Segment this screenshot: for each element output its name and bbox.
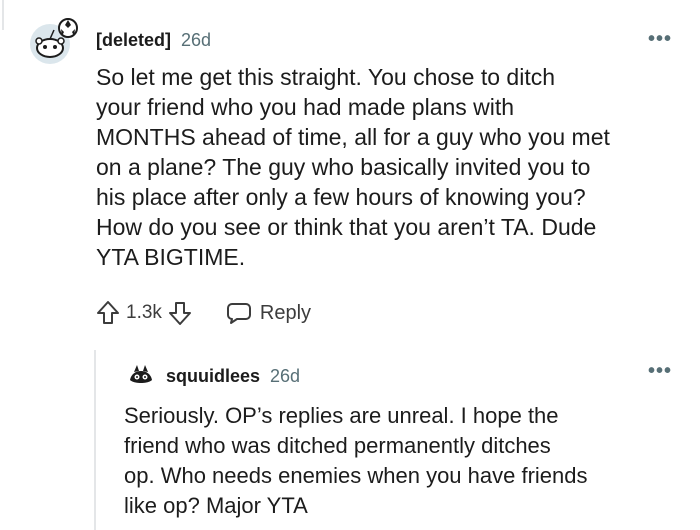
- reply-header: squuidlees 26d: [166, 366, 300, 387]
- comment-line: his place after only a few hours of know…: [96, 184, 586, 210]
- vote-group: 1.3k: [96, 300, 192, 326]
- comment-line: So let me get this straight. You chose t…: [96, 64, 556, 90]
- reddit-snoo-avatar[interactable]: [24, 14, 82, 66]
- upvote-arrow-icon[interactable]: [96, 300, 120, 326]
- reply-line: like op? Major YTA: [124, 493, 308, 518]
- comment-age: 26d: [181, 30, 212, 50]
- reply-overflow-menu-icon[interactable]: •••: [648, 360, 672, 383]
- comment-body: So let me get this straight. You chose t…: [96, 62, 610, 272]
- comment-actions: 1.3k Reply: [96, 296, 311, 330]
- reply-line: friend who was ditched permanently ditch…: [124, 433, 551, 458]
- overflow-menu-icon[interactable]: •••: [648, 28, 672, 51]
- comment-author[interactable]: [deleted]: [96, 30, 171, 51]
- comment-line: YTA BIGTIME.: [96, 244, 246, 270]
- reply-bubble-icon: [226, 301, 252, 325]
- comment-line: MONTHS ahead of time, all for a guy who …: [96, 124, 610, 150]
- reply-age: 26d: [270, 366, 301, 386]
- thread-line-left: [2, 0, 4, 30]
- comment-line: on a plane? The guy who basically invite…: [96, 154, 591, 180]
- comment-line: How do you see or think that you aren’t …: [96, 214, 597, 240]
- downvote-arrow-icon[interactable]: [168, 300, 192, 326]
- reply-line: Seriously. OP’s replies are unreal. I ho…: [124, 403, 559, 428]
- user-avatar[interactable]: [126, 360, 156, 390]
- thread-line-reply: [94, 350, 96, 530]
- comment-line: your friend who you had made plans with: [96, 94, 515, 120]
- vote-score: 1.3k: [126, 302, 162, 323]
- reply-body: Seriously. OP’s replies are unreal. I ho…: [124, 401, 588, 521]
- comment-header: [deleted] 26d: [96, 30, 211, 51]
- reply-line: op. Who needs enemies when you have frie…: [124, 463, 588, 488]
- reply-label: Reply: [259, 301, 312, 324]
- reply-author[interactable]: squuidlees: [166, 366, 260, 387]
- reply-button[interactable]: Reply: [226, 301, 311, 325]
